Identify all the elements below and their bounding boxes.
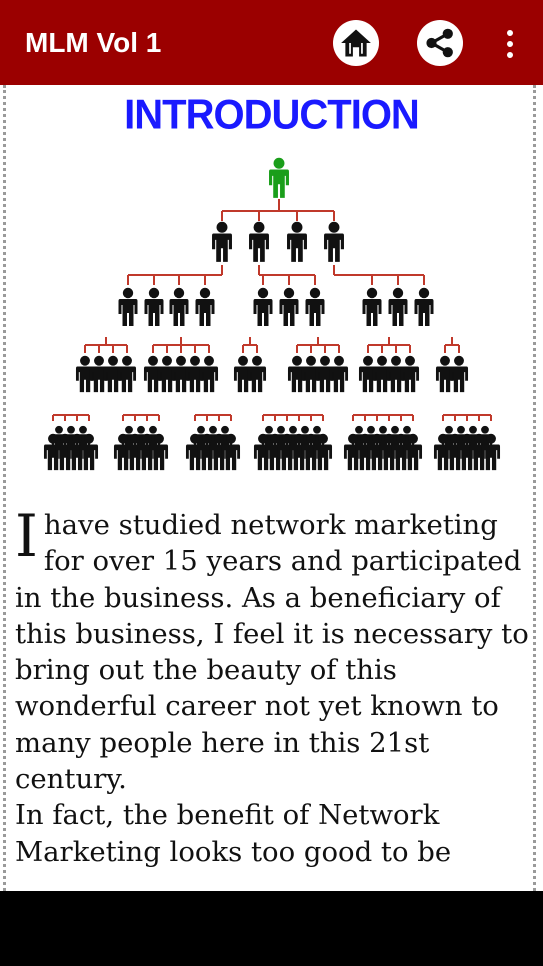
person-figure xyxy=(144,287,164,326)
person-figure xyxy=(195,287,215,326)
more-options-button[interactable] xyxy=(496,24,524,64)
person-figure xyxy=(269,157,289,198)
person-figure xyxy=(249,221,269,262)
home-icon xyxy=(341,29,371,57)
system-nav-bar xyxy=(0,891,543,966)
person-figure xyxy=(118,287,138,326)
person-figure xyxy=(400,355,420,393)
person-figure xyxy=(287,221,307,262)
share-icon xyxy=(426,28,453,58)
person-figure xyxy=(388,287,408,326)
article-heading: INTRODUCTION xyxy=(124,91,420,139)
person-figure xyxy=(362,287,382,326)
person-figure xyxy=(212,221,232,262)
home-button[interactable] xyxy=(333,20,379,66)
person-figure xyxy=(247,355,267,393)
article-paragraph-1: I have studied network marketing for ove… xyxy=(15,502,529,796)
person-figure xyxy=(305,287,325,326)
mlm-pyramid-diagram xyxy=(43,157,501,471)
app-title: MLM Vol 1 xyxy=(25,27,162,58)
share-button[interactable] xyxy=(417,20,463,66)
person-figure xyxy=(329,355,349,393)
more-vert-icon xyxy=(507,30,513,36)
person-figure xyxy=(449,355,469,393)
person-figure xyxy=(253,287,273,326)
person-figure xyxy=(169,287,189,326)
person-figure xyxy=(324,221,344,262)
person-figure xyxy=(117,355,137,393)
person-figure xyxy=(279,287,299,326)
person-figure xyxy=(199,355,219,393)
article-body: I have studied network marketing for ove… xyxy=(15,507,530,870)
article-paragraph-2: In fact, the benefit of Network Marketin… xyxy=(15,799,452,868)
drop-cap: I xyxy=(15,502,38,570)
person-figure xyxy=(414,287,434,326)
app-bar: MLM Vol 1 xyxy=(0,0,543,85)
article-content[interactable]: INTRODUCTION I have studied network mark… xyxy=(0,85,543,891)
